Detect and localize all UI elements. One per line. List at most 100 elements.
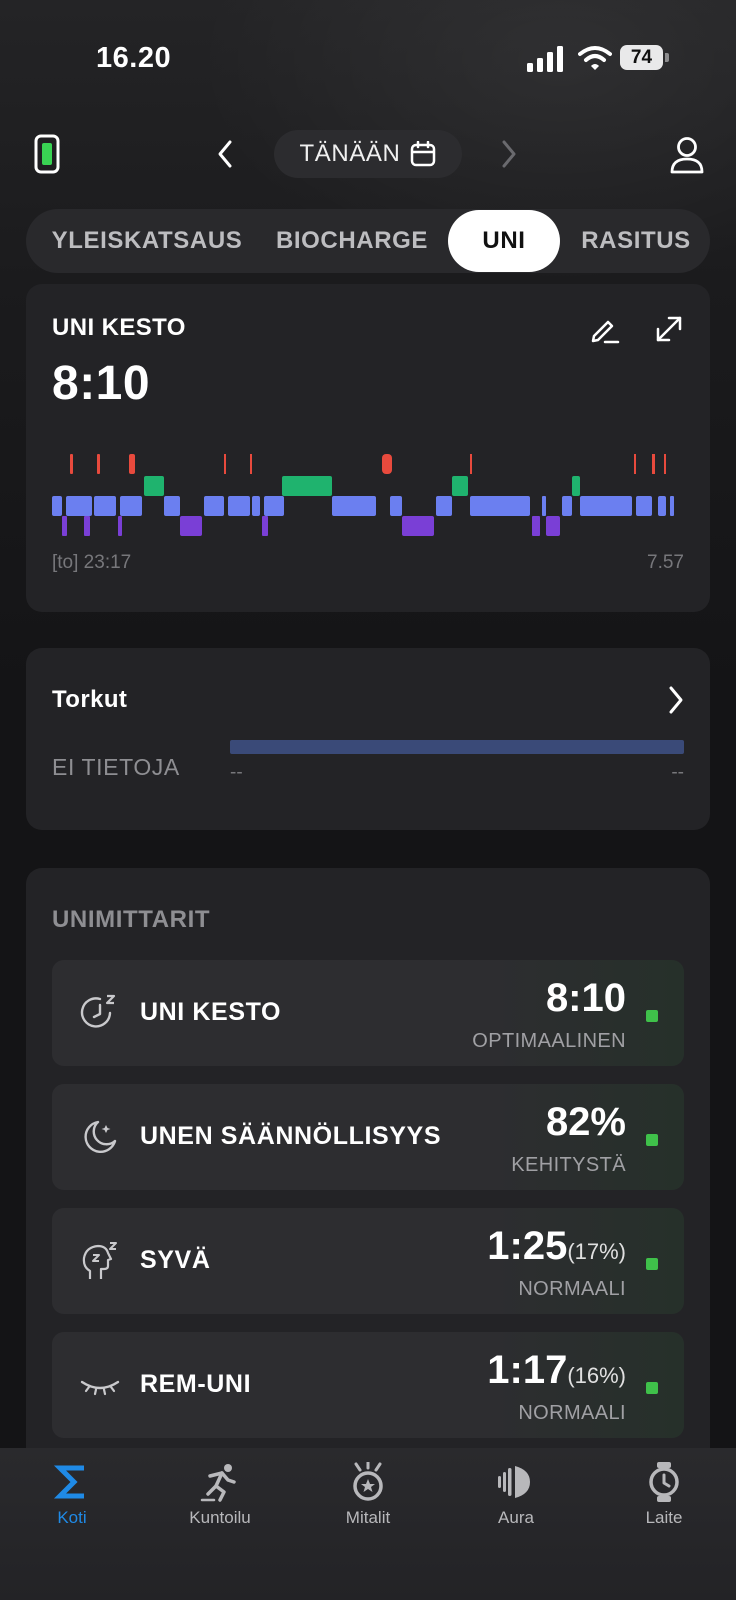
- rem-segments: [144, 476, 580, 496]
- section-tabs: YLEISKATSAUS BIOCHARGE UNI RASITUS: [26, 209, 710, 273]
- metric-status: KEHITYSTÄ: [511, 1154, 626, 1176]
- date-label: TÄNÄÄN: [299, 140, 401, 167]
- nav-aura[interactable]: Aura: [456, 1462, 576, 1528]
- stage-awake: [129, 454, 135, 474]
- stage-light: [562, 496, 572, 516]
- stage-awake: [470, 454, 472, 474]
- metric-value: 8:10: [545, 976, 626, 1020]
- metric-row-sleep-consistency[interactable]: UNEN SÄÄNNÖLLISYYS 82% KEHITYSTÄ: [52, 1084, 684, 1190]
- watch-icon: [649, 1462, 679, 1502]
- stage-deep: [118, 516, 122, 536]
- sleep-duration-value: 8:10: [52, 357, 151, 410]
- nav-label: Kuntoilu: [189, 1508, 251, 1527]
- battery-level: 74: [620, 45, 663, 70]
- stage-rem: [144, 476, 164, 496]
- metric-row-rem-sleep[interactable]: REM-UNI 1:17(16%) NORMAALI: [52, 1332, 684, 1438]
- tab-rasitus[interactable]: RASITUS: [574, 209, 698, 273]
- status-time: 16.20: [96, 42, 172, 74]
- medal-icon: [353, 1462, 383, 1501]
- moon-icon: [84, 1120, 117, 1153]
- stage-light: [52, 496, 62, 516]
- stage-deep: [180, 516, 202, 536]
- stage-light: [264, 496, 284, 516]
- status-indicator: [646, 1134, 658, 1146]
- stage-awake: [70, 454, 73, 474]
- battery-indicator: 74: [620, 45, 670, 72]
- metric-status: OPTIMAALINEN: [472, 1030, 626, 1052]
- stage-deep: [262, 516, 268, 536]
- naps-title: Torkut: [52, 686, 128, 713]
- metric-row-sleep-duration[interactable]: UNI KESTO 8:10 OPTIMAALINEN: [52, 960, 684, 1066]
- nav-label: Mitalit: [345, 1508, 391, 1527]
- nav-koti[interactable]: Koti: [12, 1462, 132, 1528]
- stage-light: [436, 496, 452, 516]
- edit-icon[interactable]: [590, 314, 620, 344]
- bottom-navigation: Koti Kuntoilu Mitalit Aura Laite: [0, 1448, 736, 1600]
- tab-biocharge[interactable]: BIOCHARGE: [270, 209, 434, 273]
- stage-light: [228, 496, 250, 516]
- metric-label: SYVÄ: [140, 1246, 211, 1274]
- metric-label: UNI KESTO: [140, 998, 282, 1026]
- running-icon: [200, 1464, 236, 1502]
- stage-light: [636, 496, 652, 516]
- tab-yleiskatsaus[interactable]: YLEISKATSAUS: [42, 209, 252, 273]
- sleep-start-label: [to] 23:17: [52, 552, 132, 573]
- naps-start: --: [230, 762, 243, 783]
- naps-end: --: [671, 762, 684, 783]
- stage-deep: [84, 516, 90, 536]
- sleep-duration-card[interactable]: UNI KESTO 8:10 [to] 23:17 7.57: [26, 284, 710, 612]
- naps-card[interactable]: Torkut EI TIETOJA -- --: [26, 648, 710, 830]
- status-indicator: [646, 1382, 658, 1394]
- metrics-title: UNIMITTARIT: [52, 906, 211, 933]
- nav-laite[interactable]: Laite: [604, 1462, 724, 1528]
- aura-icon: [498, 1466, 530, 1498]
- stage-light: [390, 496, 402, 516]
- metric-status: NORMAALI: [518, 1278, 626, 1300]
- sleep-stage-chart: [52, 454, 674, 536]
- nav-label: Aura: [498, 1508, 534, 1527]
- stage-light: [580, 496, 632, 516]
- next-day-button[interactable]: [498, 138, 520, 170]
- naps-status: EI TIETOJA: [52, 754, 180, 780]
- light-segments: [52, 496, 674, 516]
- profile-icon[interactable]: [669, 136, 705, 174]
- card-title: UNI KESTO: [52, 314, 186, 341]
- stage-light: [670, 496, 674, 516]
- stage-deep: [402, 516, 434, 536]
- stage-awake: [664, 454, 666, 474]
- stage-light: [164, 496, 180, 516]
- deep-segments: [62, 516, 560, 536]
- stage-light: [470, 496, 530, 516]
- stage-light: [332, 496, 376, 516]
- stage-awake: [250, 454, 252, 474]
- closed-eye-icon: [80, 1380, 120, 1396]
- sigma-icon: [53, 1465, 84, 1499]
- stage-light: [94, 496, 116, 516]
- nav-label: Laite: [645, 1508, 683, 1527]
- calendar-icon: [411, 141, 436, 167]
- metric-row-deep-sleep[interactable]: SYVÄ 1:25(17%) NORMAALI: [52, 1208, 684, 1314]
- head-sleep-icon: [82, 1242, 117, 1279]
- nav-mitalit[interactable]: Mitalit: [308, 1462, 428, 1528]
- stage-deep: [546, 516, 560, 536]
- nav-label: Koti: [57, 1508, 87, 1527]
- previous-day-button[interactable]: [214, 138, 236, 170]
- stage-light: [120, 496, 142, 516]
- awake-segments: [70, 454, 666, 474]
- stage-light: [658, 496, 666, 516]
- device-battery-icon[interactable]: [34, 134, 60, 174]
- date-selector[interactable]: TÄNÄÄN: [274, 130, 462, 178]
- sleep-timer-icon: [80, 994, 116, 1028]
- expand-icon[interactable]: [654, 314, 684, 344]
- stage-awake: [97, 454, 100, 474]
- stage-rem: [282, 476, 332, 496]
- chevron-right-icon[interactable]: [666, 684, 686, 716]
- metric-value: 1:17(16%): [487, 1348, 626, 1392]
- stage-deep: [532, 516, 540, 536]
- signal-icon: [527, 46, 563, 72]
- metric-value: 1:25(17%): [487, 1224, 626, 1268]
- naps-timeline-bar: [230, 740, 684, 754]
- tab-uni[interactable]: UNI: [448, 210, 560, 272]
- stage-rem: [572, 476, 580, 496]
- nav-kuntoilu[interactable]: Kuntoilu: [160, 1462, 280, 1528]
